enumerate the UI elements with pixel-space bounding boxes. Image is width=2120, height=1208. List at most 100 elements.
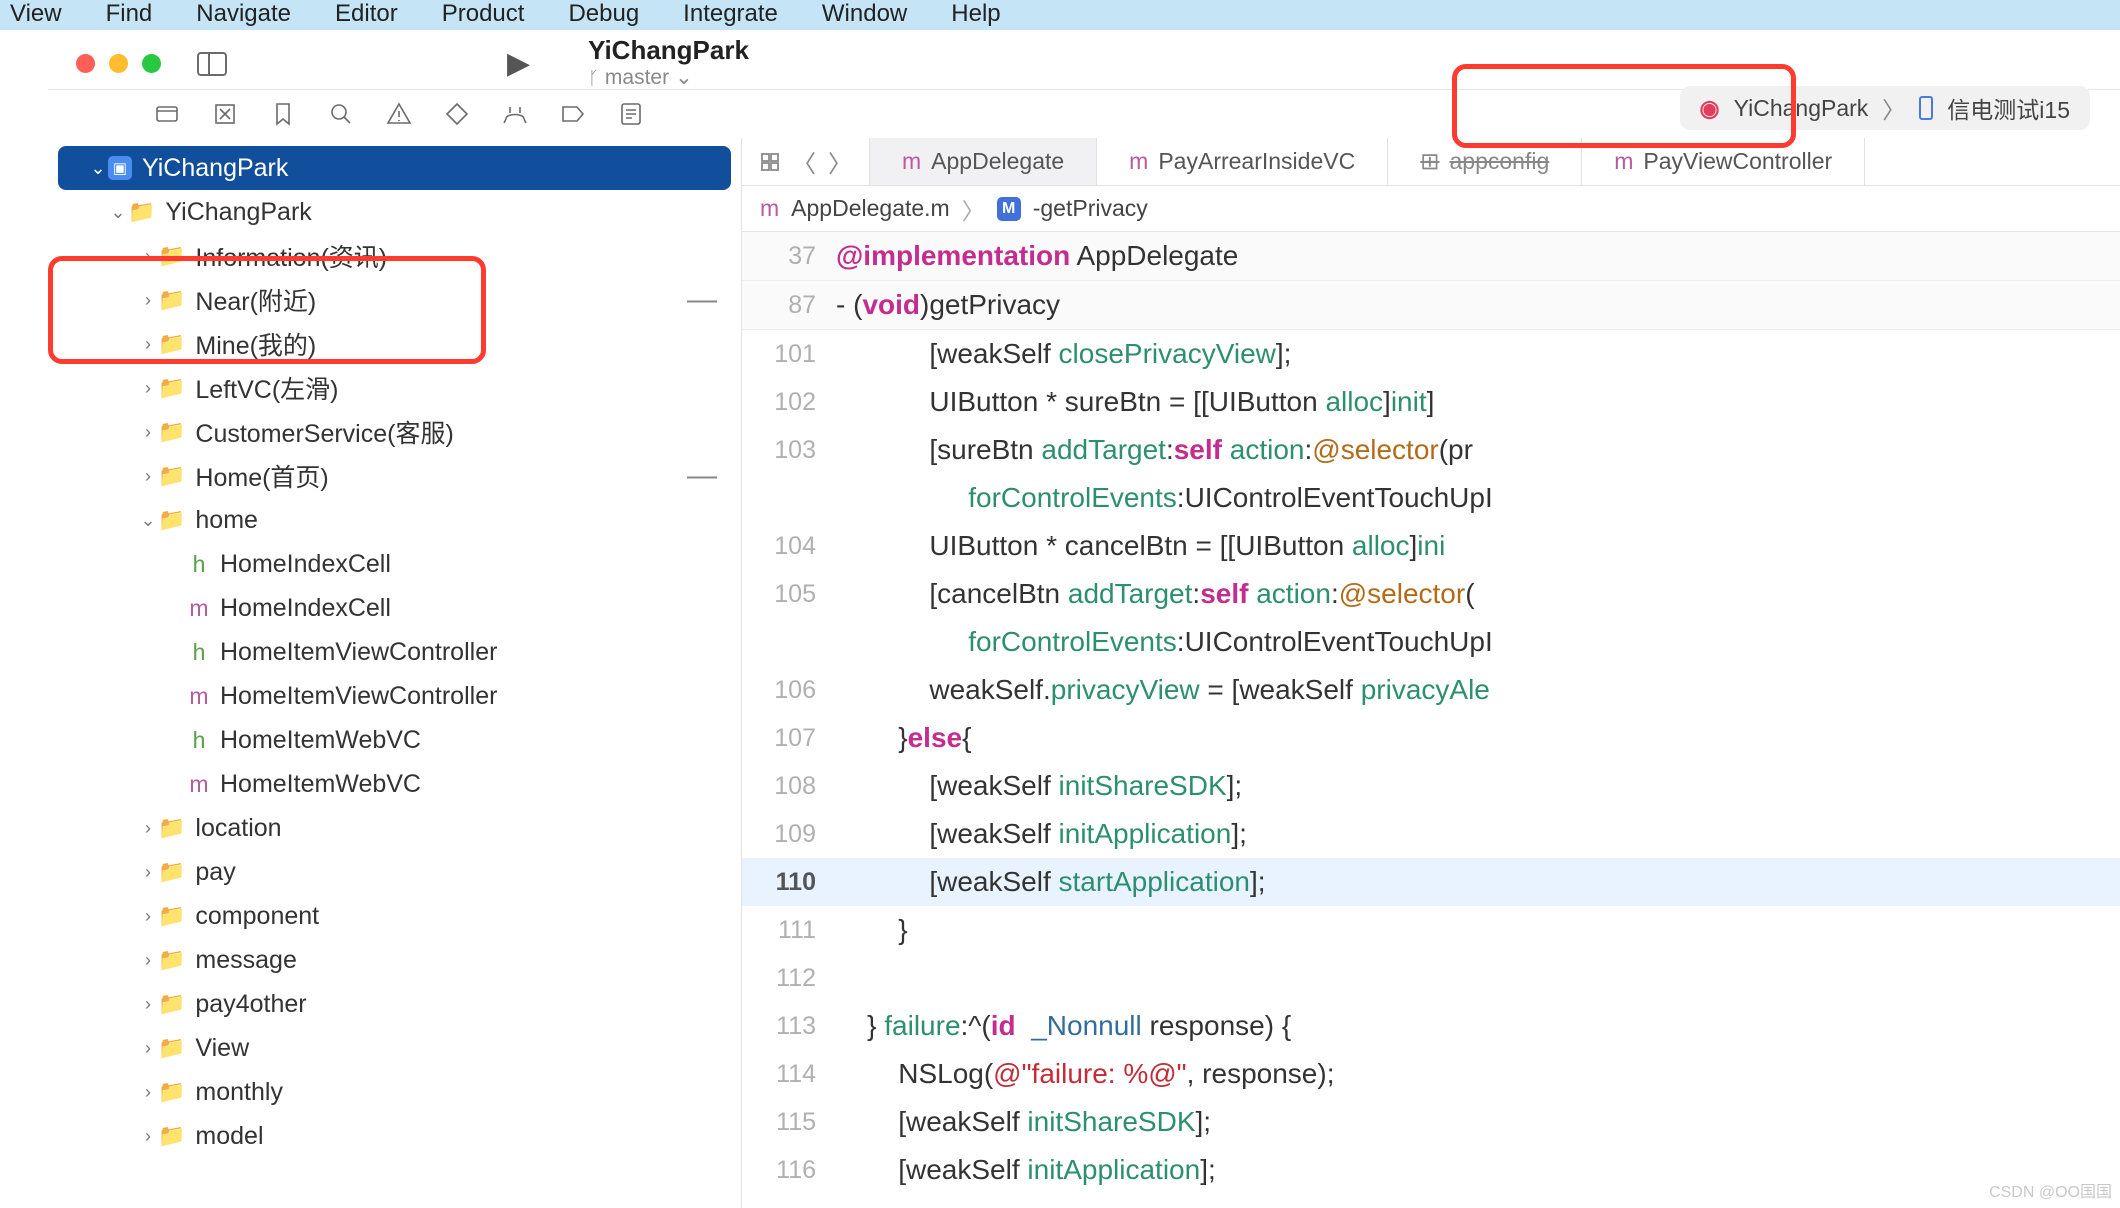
code-text: [cancelBtn addTarget:self action:@select…	[836, 570, 2120, 618]
tree-item[interactable]: ›📁pay4other	[48, 982, 741, 1026]
code-line[interactable]: 87- (void)getPrivacy	[742, 281, 2120, 330]
chevron-right-icon[interactable]: ›	[138, 818, 158, 839]
chevron-right-icon[interactable]: ›	[138, 246, 158, 267]
tree-item[interactable]: mHomeItemWebVC	[48, 762, 741, 806]
code-line[interactable]: 107 }else{	[742, 714, 2120, 762]
line-number: 109	[742, 810, 836, 858]
tree-item[interactable]: ›📁Near(附近)—	[48, 278, 741, 322]
tree-item[interactable]: ⌄📁YiChangPark	[48, 190, 741, 234]
code-line[interactable]: 101 [weakSelf closePrivacyView];	[742, 330, 2120, 378]
zoom-icon[interactable]	[142, 54, 161, 73]
debug-icon[interactable]	[502, 101, 528, 127]
tree-item[interactable]: ›📁message	[48, 938, 741, 982]
chevron-right-icon[interactable]: ›	[138, 862, 158, 883]
code-line[interactable]: 105 [cancelBtn addTarget:self action:@se…	[742, 570, 2120, 618]
menu-product[interactable]: Product	[442, 0, 525, 28]
branch-icon: ᚴ	[588, 68, 599, 89]
tree-item[interactable]: ›📁Mine(我的)	[48, 322, 741, 366]
menu-view[interactable]: View	[10, 0, 62, 28]
code-line[interactable]: 102 UIButton * sureBtn = [[UIButton allo…	[742, 378, 2120, 426]
code-line[interactable]: 111 }	[742, 906, 2120, 954]
source-editor[interactable]: 37@implementation AppDelegate87- (void)g…	[742, 232, 2120, 1208]
tree-item[interactable]: hHomeIndexCell	[48, 542, 741, 586]
code-line[interactable]: 104 UIButton * cancelBtn = [[UIButton al…	[742, 522, 2120, 570]
code-line[interactable]: 115 [weakSelf initShareSDK];	[742, 1098, 2120, 1146]
code-line[interactable]: 114 NSLog(@"failure: %@", response);	[742, 1050, 2120, 1098]
sidebar-toggle-icon[interactable]	[197, 52, 227, 76]
nav-back-icon[interactable]: 〈	[792, 144, 816, 179]
tree-item[interactable]: ›📁LeftVC(左滑)	[48, 366, 741, 410]
menu-find[interactable]: Find	[106, 0, 153, 28]
minimize-icon[interactable]	[109, 54, 128, 73]
chevron-right-icon[interactable]: ›	[138, 1038, 158, 1059]
tree-item[interactable]: ›📁Home(首页)—	[48, 454, 741, 498]
code-line[interactable]: 112	[742, 954, 2120, 1002]
editor-layout-controls[interactable]: 〈 〉	[742, 138, 870, 185]
run-button[interactable]: ▶	[507, 46, 530, 81]
menu-navigate[interactable]: Navigate	[196, 0, 291, 28]
tab-label: PayArrearInsideVC	[1158, 148, 1355, 175]
chevron-right-icon[interactable]: ›	[138, 334, 158, 355]
tree-item-label: model	[195, 1122, 263, 1151]
chevron-right-icon[interactable]: ›	[138, 950, 158, 971]
menu-help[interactable]: Help	[951, 0, 1000, 28]
tree-item[interactable]: hHomeItemViewController	[48, 630, 741, 674]
code-line[interactable]: 108 [weakSelf initShareSDK];	[742, 762, 2120, 810]
tree-item[interactable]: ›📁model	[48, 1114, 741, 1158]
tree-item[interactable]: ›📁View	[48, 1026, 741, 1070]
chevron-right-icon[interactable]: ›	[138, 1082, 158, 1103]
tree-item[interactable]: ›📁component	[48, 894, 741, 938]
reports-icon[interactable]	[618, 101, 644, 127]
menu-window[interactable]: Window	[822, 0, 907, 28]
code-line[interactable]: 103 [sureBtn addTarget:self action:@sele…	[742, 426, 2120, 474]
editor-tab[interactable]: mPayViewController	[1582, 138, 1865, 185]
chevron-right-icon[interactable]: ›	[138, 466, 158, 487]
chevron-down-icon[interactable]: ⌄	[108, 202, 128, 223]
breakpoints-icon[interactable]	[560, 101, 586, 127]
menu-editor[interactable]: Editor	[335, 0, 398, 28]
tests-icon[interactable]	[444, 101, 470, 127]
editor-tab[interactable]: mPayArrearInsideVC	[1097, 138, 1388, 185]
editor-tab[interactable]: mAppDelegate	[870, 138, 1097, 185]
branch-indicator[interactable]: ᚴ master ⌄	[588, 66, 749, 90]
bookmark-icon[interactable]	[270, 101, 296, 127]
code-line[interactable]: 110 [weakSelf startApplication];	[742, 858, 2120, 906]
nav-forward-icon[interactable]: 〉	[828, 144, 852, 179]
scheme-selector[interactable]: YiChangPark ᚴ master ⌄	[588, 38, 749, 91]
editor-tab[interactable]: ⊞appconfig	[1388, 138, 1582, 185]
search-icon[interactable]	[328, 101, 354, 127]
chevron-right-icon[interactable]: ›	[138, 994, 158, 1015]
close-icon[interactable]	[76, 54, 95, 73]
jump-bar[interactable]: m AppDelegate.m 〉 M -getPrivacy	[742, 186, 2120, 232]
chevron-right-icon[interactable]: ›	[138, 290, 158, 311]
code-line[interactable]: 109 [weakSelf initApplication];	[742, 810, 2120, 858]
code-line[interactable]: forControlEvents:UIControlEventTouchUpI	[742, 474, 2120, 522]
issues-icon[interactable]	[386, 101, 412, 127]
code-line[interactable]: 106 weakSelf.privacyView = [weakSelf pri…	[742, 666, 2120, 714]
tree-item[interactable]: ›📁pay	[48, 850, 741, 894]
run-destination[interactable]: ◉ YiChangPark 〉 信电测试i15	[1680, 86, 2090, 130]
tree-item[interactable]: ›📁Information(资讯)	[48, 234, 741, 278]
code-line[interactable]: 37@implementation AppDelegate	[742, 232, 2120, 281]
menu-debug[interactable]: Debug	[568, 0, 639, 28]
tree-item[interactable]: hHomeItemWebVC	[48, 718, 741, 762]
code-line[interactable]: 113 } failure:^(id _Nonnull response) {	[742, 1002, 2120, 1050]
chevron-right-icon[interactable]: ›	[138, 1126, 158, 1147]
menu-integrate[interactable]: Integrate	[683, 0, 778, 28]
tree-item[interactable]: ›📁monthly	[48, 1070, 741, 1114]
tree-item[interactable]: ⌄▣YiChangPark	[58, 146, 731, 190]
tree-item[interactable]: ›📁location	[48, 806, 741, 850]
code-line[interactable]: 116 [weakSelf initApplication];	[742, 1146, 2120, 1194]
chevron-right-icon[interactable]: ›	[138, 378, 158, 399]
tree-item[interactable]: ⌄📁home	[48, 498, 741, 542]
tree-item[interactable]: mHomeIndexCell	[48, 586, 741, 630]
code-line[interactable]: forControlEvents:UIControlEventTouchUpI	[742, 618, 2120, 666]
chevron-right-icon[interactable]: ›	[138, 422, 158, 443]
project-nav-icon[interactable]	[154, 101, 180, 127]
chevron-down-icon[interactable]: ⌄	[88, 158, 108, 179]
source-control-icon[interactable]	[212, 101, 238, 127]
tree-item[interactable]: mHomeItemViewController	[48, 674, 741, 718]
chevron-right-icon[interactable]: ›	[138, 906, 158, 927]
chevron-down-icon[interactable]: ⌄	[138, 510, 158, 531]
tree-item[interactable]: ›📁CustomerService(客服)	[48, 410, 741, 454]
